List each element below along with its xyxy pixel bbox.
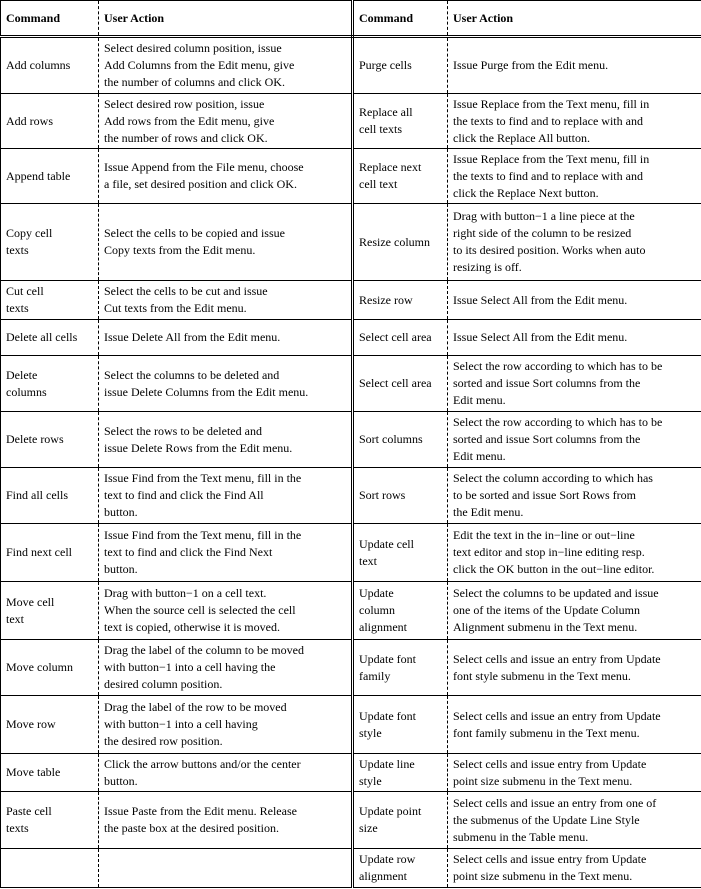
command-cell: Add columns: [0, 36, 99, 94]
command-cell: Update font family: [352, 639, 448, 696]
command-cell: Update font style: [352, 695, 448, 754]
command-cell: Delete rows: [0, 411, 99, 468]
action-cell: Select the rows to be deleted and issue …: [98, 411, 354, 468]
action-cell: Select the column according to which has…: [447, 467, 701, 524]
action-cell: Select cells and issue entry from Update…: [447, 848, 701, 888]
action-cell: [98, 848, 354, 888]
action-cell: Drag with button−1 on a cell text. When …: [98, 581, 354, 640]
table-row: Copy cell texts Select the cells to be co…: [0, 203, 701, 281]
command-cell: Add rows: [0, 93, 99, 149]
table-row: Cut cell texts Select the cells to be cut…: [0, 280, 701, 320]
action-cell: Issue Select All from the Edit menu.: [447, 280, 701, 320]
command-cell: Resize row: [352, 280, 448, 320]
action-cell: Issue Find from the Text menu, fill in t…: [98, 467, 354, 524]
table-row: Move table Click the arrow buttons and/or…: [0, 753, 701, 792]
command-cell: Update cell text: [352, 523, 448, 582]
command-cell: Move column: [0, 639, 99, 696]
table-row: Paste cell texts Issue Paste from the Edi…: [0, 791, 701, 849]
action-cell: Select the columns to be deleted and iss…: [98, 355, 354, 412]
action-cell: Select cells and issue an entry from Upd…: [447, 639, 701, 696]
table-row: Update row alignment Select cells and iss…: [0, 848, 701, 888]
action-cell: Select cells and issue an entry from one…: [447, 791, 701, 849]
header-action-right: User Action: [447, 0, 701, 38]
action-cell: Click the arrow buttons and/or the cente…: [98, 753, 354, 792]
command-cell: Replace all cell texts: [352, 93, 448, 149]
command-cell: Sort columns: [352, 411, 448, 468]
command-cell: Copy cell texts: [0, 203, 99, 281]
command-cell: Paste cell texts: [0, 791, 99, 849]
command-cell: Find all cells: [0, 467, 99, 524]
command-cell: Move cell text: [0, 581, 99, 640]
action-cell: Edit the text in the in−line or out−line…: [447, 523, 701, 582]
command-cell: Delete columns: [0, 355, 99, 412]
table-row: Delete all cells Issue Delete All from th…: [0, 319, 701, 356]
command-cell: Replace next cell text: [352, 148, 448, 204]
action-cell: Select desired column position, issue Ad…: [98, 36, 354, 94]
command-cell: Update row alignment: [352, 848, 448, 888]
header-action-left: User Action: [98, 0, 354, 38]
table-row: Move column Drag the label of the column …: [0, 639, 701, 696]
command-cell: Append table: [0, 148, 99, 204]
table-row: Delete columns Select the columns to be d…: [0, 355, 701, 412]
command-cell: Find next cell: [0, 523, 99, 582]
action-cell: Select the cells to be copied and issue …: [98, 203, 354, 281]
command-cell: Update column alignment: [352, 581, 448, 640]
header-row: Command User Action Command User Action: [0, 0, 701, 38]
action-cell: Issue Find from the Text menu, fill in t…: [98, 523, 354, 582]
action-cell: Issue Paste from the Edit menu. Release …: [98, 791, 354, 849]
action-cell: Select the columns to be updated and iss…: [447, 581, 701, 640]
command-cell: Cut cell texts: [0, 280, 99, 320]
action-cell: Select the cells to be cut and issue Cut…: [98, 280, 354, 320]
table-row: Find all cells Issue Find from the Text m…: [0, 467, 701, 524]
command-cell: Update point size: [352, 791, 448, 849]
action-cell: Select cells and issue entry from Update…: [447, 753, 701, 792]
command-cell: Update line style: [352, 753, 448, 792]
action-cell: Issue Purge from the Edit menu.: [447, 36, 701, 94]
action-cell: Select cells and issue an entry from Upd…: [447, 695, 701, 754]
table-row: Move row Drag the label of the row to be …: [0, 695, 701, 754]
action-cell: Issue Append from the File menu, choose …: [98, 148, 354, 204]
command-cell: [0, 848, 99, 888]
header-command-left: Command: [0, 0, 99, 38]
table-row: Add columns Select desired column positio…: [0, 36, 701, 94]
table-row: Find next cell Issue Find from the Text m…: [0, 523, 701, 582]
action-cell: Drag the label of the row to be moved wi…: [98, 695, 354, 754]
command-cell: Move table: [0, 753, 99, 792]
command-cell: Resize column: [352, 203, 448, 281]
action-cell: Issue Replace from the Text menu, fill i…: [447, 148, 701, 204]
command-cell: Move row: [0, 695, 99, 754]
action-cell: Select the row according to which has to…: [447, 411, 701, 468]
command-cell: Select cell area: [352, 319, 448, 356]
table-row: Move cell text Drag with button−1 on a ce…: [0, 581, 701, 640]
table-row: Delete rows Select the rows to be deleted…: [0, 411, 701, 468]
action-cell: Drag with button−1 a line piece at the r…: [447, 203, 701, 281]
command-cell: Sort rows: [352, 467, 448, 524]
command-cell: Purge cells: [352, 36, 448, 94]
action-cell: Issue Replace from the Text menu, fill i…: [447, 93, 701, 149]
table-row: Add rows Select desired row position, iss…: [0, 93, 701, 149]
action-cell: Issue Delete All from the Edit menu.: [98, 319, 354, 356]
command-cell: Select cell area: [352, 355, 448, 412]
commands-table: Command User Action Command User Action …: [0, 0, 701, 888]
action-cell: Select desired row position, issue Add r…: [98, 93, 354, 149]
header-command-right: Command: [352, 0, 448, 38]
action-cell: Drag the label of the column to be moved…: [98, 639, 354, 696]
action-cell: Issue Select All from the Edit menu.: [447, 319, 701, 356]
action-cell: Select the row according to which has to…: [447, 355, 701, 412]
command-cell: Delete all cells: [0, 319, 99, 356]
table-row: Append table Issue Append from the File m…: [0, 148, 701, 204]
